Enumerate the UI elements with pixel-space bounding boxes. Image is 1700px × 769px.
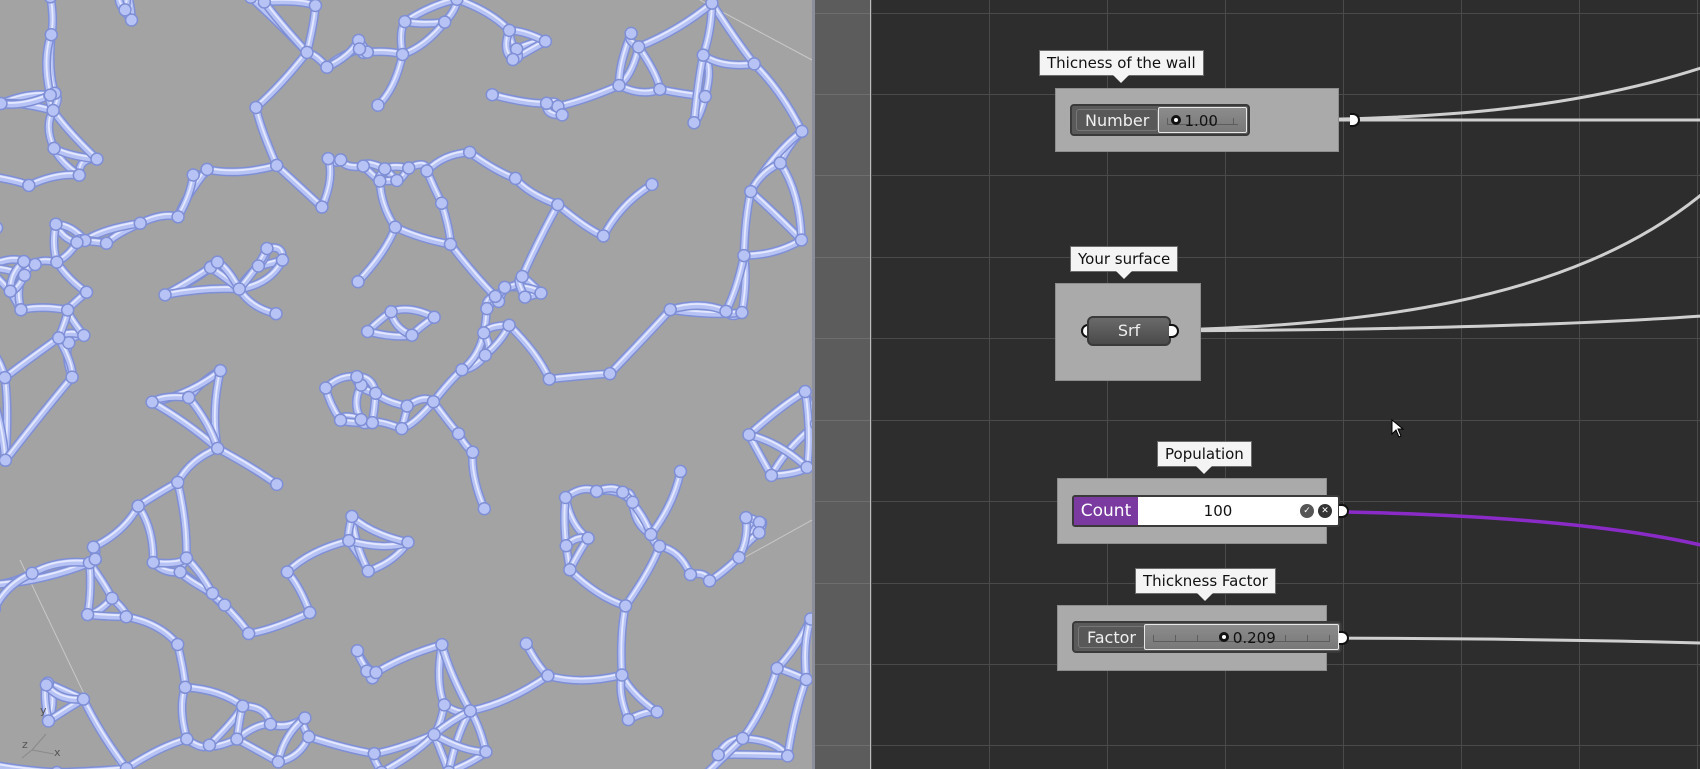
check-icon[interactable]: ✓ bbox=[1300, 504, 1314, 518]
slider-value: 0.209 bbox=[1232, 629, 1276, 647]
number-slider-thickness-factor[interactable]: Factor 0.209 bbox=[1072, 621, 1342, 653]
axis-gizmo-icon bbox=[21, 733, 55, 759]
tooltip-population: Population bbox=[1157, 441, 1252, 474]
slider-track[interactable]: 0.209 bbox=[1144, 624, 1339, 650]
tooltip-wall-thickness: Thicness of the wall bbox=[1039, 50, 1204, 83]
count-panel[interactable]: Count 100 ✓ ✕ bbox=[1072, 495, 1340, 527]
slider-value: 1.00 bbox=[1184, 112, 1218, 130]
rhino-viewport[interactable]: y x z bbox=[0, 0, 812, 769]
slider-label: Number bbox=[1076, 109, 1159, 131]
slider-knob[interactable] bbox=[1218, 632, 1229, 642]
axis-x-label: x bbox=[54, 746, 61, 759]
tooltip-surface: Your surface bbox=[1070, 246, 1179, 279]
grasshopper-canvas[interactable]: Thicness of the wall Number 1.00 Your su… bbox=[870, 0, 1700, 769]
slider-track[interactable]: 1.00 bbox=[1158, 107, 1247, 133]
slider-knob[interactable] bbox=[1170, 115, 1181, 125]
axis-z-label: z bbox=[22, 738, 28, 751]
close-icon[interactable]: ✕ bbox=[1318, 504, 1332, 518]
surface-param[interactable]: Srf bbox=[1087, 316, 1171, 346]
number-slider-wall-thickness[interactable]: Number 1.00 bbox=[1070, 104, 1250, 136]
tooltip-thickness-factor: Thickness Factor bbox=[1135, 568, 1276, 601]
count-label: Count bbox=[1074, 497, 1138, 525]
mouse-cursor-icon bbox=[1391, 419, 1405, 438]
axis-y-label: y bbox=[40, 704, 47, 717]
canvas-gutter bbox=[815, 0, 870, 769]
voronoi-mesh-render bbox=[0, 0, 812, 769]
slider-label: Factor bbox=[1078, 626, 1145, 648]
